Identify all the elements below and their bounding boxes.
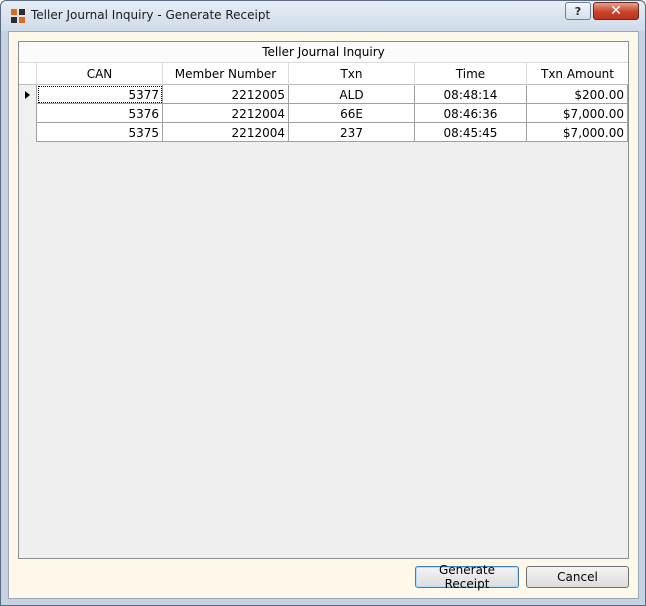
cell-time[interactable]: 08:45:45	[415, 123, 527, 142]
cell-time[interactable]: 08:46:36	[415, 104, 527, 123]
cell-txn-amount[interactable]: $7,000.00	[527, 123, 628, 142]
cell-time[interactable]: 08:48:14	[415, 85, 527, 104]
column-header-can[interactable]: CAN	[37, 63, 163, 85]
column-header-time[interactable]: Time	[415, 63, 527, 85]
cell-can[interactable]: 5375	[37, 123, 163, 142]
grid-header: CAN Member Number Txn Time Txn Amount	[19, 63, 628, 85]
cell-txn-amount[interactable]: $7,000.00	[527, 104, 628, 123]
column-header-member-number[interactable]: Member Number	[163, 63, 289, 85]
close-button[interactable]: ✕	[593, 2, 639, 20]
grid-rows: 5377 2212005 ALD 08:48:14 $200.00 5376 2…	[19, 85, 628, 142]
cancel-button[interactable]: Cancel	[526, 566, 629, 588]
column-header-txn[interactable]: Txn	[289, 63, 415, 85]
current-row-arrow-icon	[25, 90, 30, 99]
cell-txn[interactable]: 237	[289, 123, 415, 142]
window-title: Teller Journal Inquiry - Generate Receip…	[31, 8, 271, 22]
cell-member-number[interactable]: 2212004	[163, 104, 289, 123]
app-icon	[11, 9, 25, 23]
column-header-txn-amount[interactable]: Txn Amount	[527, 63, 628, 85]
row-selector[interactable]	[19, 85, 37, 104]
row-selector[interactable]	[19, 104, 37, 123]
dialog-client-area: Teller Journal Inquiry CAN Member Number…	[8, 31, 639, 599]
dialog-window: Teller Journal Inquiry - Generate Receip…	[0, 0, 646, 606]
generate-receipt-button[interactable]: Generate Receipt	[415, 563, 519, 591]
cell-member-number[interactable]: 2212004	[163, 123, 289, 142]
table-row[interactable]: 5375 2212004 237 08:45:45 $7,000.00	[19, 123, 628, 142]
title-bar[interactable]: Teller Journal Inquiry - Generate Receip…	[1, 1, 645, 31]
row-selector[interactable]	[19, 123, 37, 142]
cell-can[interactable]: 5376	[37, 104, 163, 123]
table-row[interactable]: 5376 2212004 66E 08:46:36 $7,000.00	[19, 104, 628, 123]
grid-caption: Teller Journal Inquiry	[19, 42, 628, 63]
cell-txn-amount[interactable]: $200.00	[527, 85, 628, 104]
cell-can[interactable]: 5377	[37, 85, 163, 104]
cell-txn[interactable]: ALD	[289, 85, 415, 104]
cell-txn[interactable]: 66E	[289, 104, 415, 123]
journal-grid[interactable]: Teller Journal Inquiry CAN Member Number…	[18, 41, 629, 559]
help-button[interactable]: ?	[565, 2, 591, 20]
row-header-corner	[19, 63, 37, 85]
table-row[interactable]: 5377 2212005 ALD 08:48:14 $200.00	[19, 85, 628, 104]
cell-member-number[interactable]: 2212005	[163, 85, 289, 104]
